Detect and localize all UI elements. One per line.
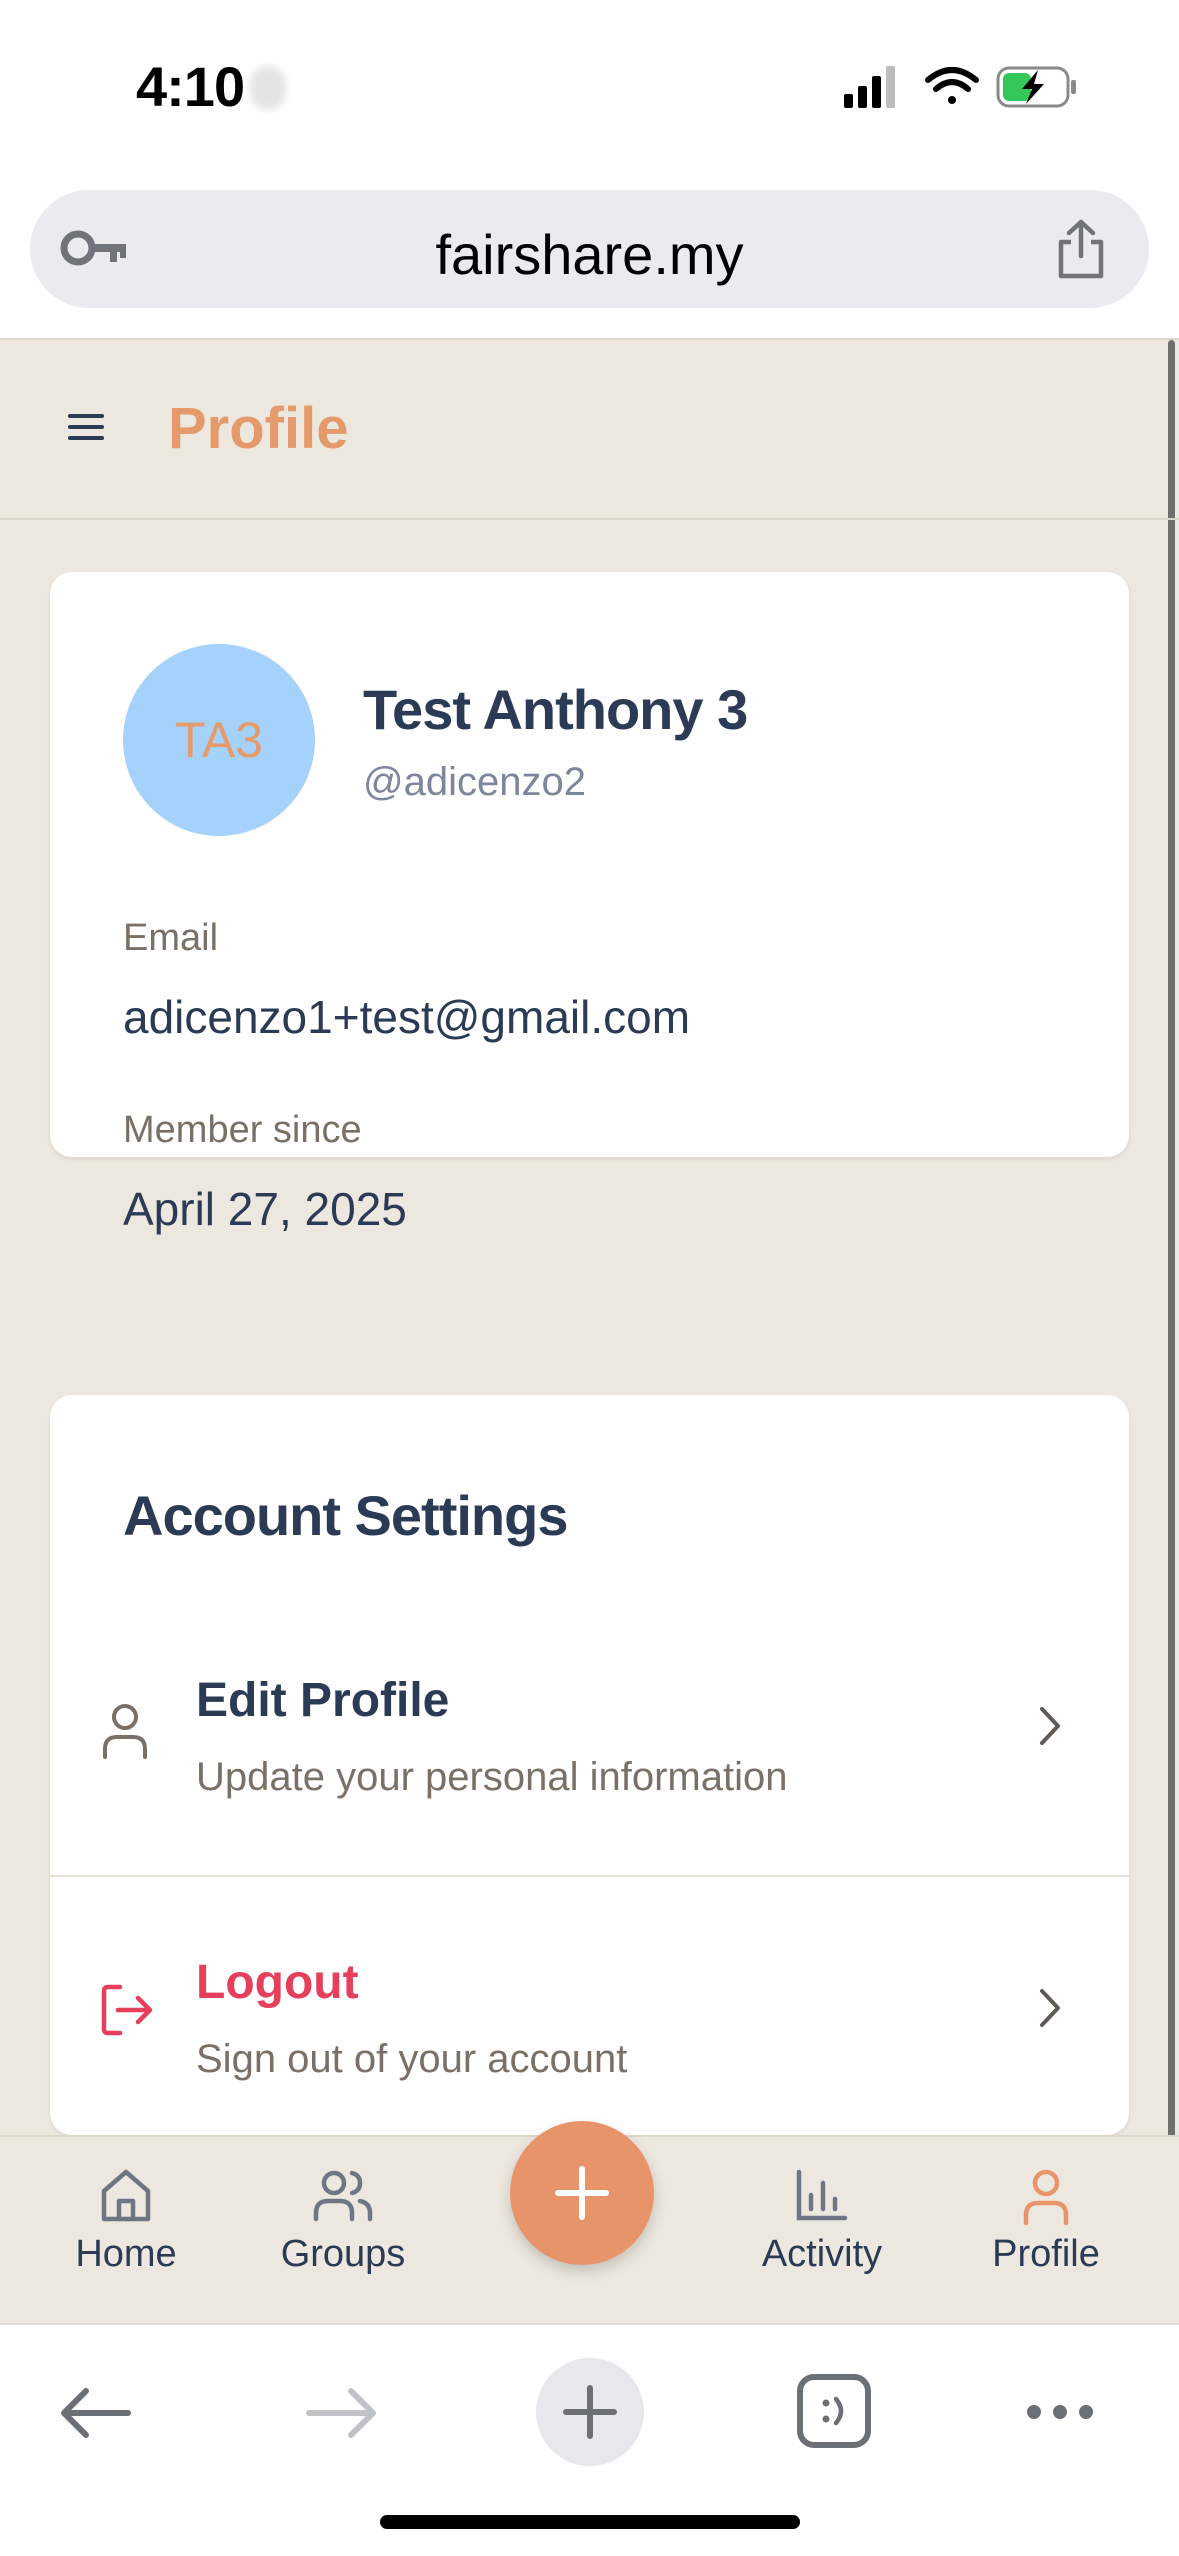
edit-profile-row[interactable]: Edit Profile Update your personal inform… xyxy=(50,1643,1129,1843)
nav-activity-label: Activity xyxy=(761,2233,883,2275)
wifi-icon xyxy=(925,67,979,104)
nav-activity[interactable]: Activity xyxy=(722,2167,922,2276)
app-header: Profile xyxy=(0,340,1179,520)
more-icon[interactable] xyxy=(1024,2401,1096,2423)
bar-chart-icon xyxy=(796,2169,848,2221)
nav-profile-label: Profile xyxy=(992,2233,1100,2275)
battery-icon xyxy=(996,66,1076,108)
forward-arrow-icon[interactable] xyxy=(305,2385,379,2441)
user-icon xyxy=(103,1704,147,1759)
chevron-right-icon xyxy=(1040,1989,1060,2027)
browser-address-area: fairshare.my xyxy=(0,175,1179,340)
member-since-value: April 27, 2025 xyxy=(123,1183,407,1235)
user-name: Test Anthony 3 xyxy=(363,678,748,741)
status-bar: 4:10 xyxy=(0,0,1179,175)
logout-row[interactable]: Logout Sign out of your account xyxy=(50,1925,1129,2125)
settings-title: Account Settings xyxy=(123,1484,568,1547)
edit-profile-title: Edit Profile xyxy=(196,1674,450,1727)
menu-icon[interactable] xyxy=(66,410,106,444)
user-handle: @adicenzo2 xyxy=(363,760,586,804)
address-url[interactable]: fairshare.my xyxy=(30,222,1149,287)
nav-groups[interactable]: Groups xyxy=(243,2167,443,2276)
new-tab-button[interactable] xyxy=(536,2358,644,2466)
avatar: TA3 xyxy=(123,644,315,836)
chevron-right-icon xyxy=(1040,1707,1060,1745)
user-icon xyxy=(1023,2169,1069,2225)
nav-home-label: Home xyxy=(75,2233,177,2275)
home-indicator xyxy=(380,2515,800,2529)
users-icon xyxy=(313,2170,373,2222)
nav-groups-label: Groups xyxy=(280,2233,406,2275)
logout-title: Logout xyxy=(196,1956,359,2009)
status-time: 4:10 xyxy=(136,55,245,118)
home-icon xyxy=(101,2169,151,2222)
edit-profile-subtitle: Update your personal information xyxy=(196,1755,788,1799)
tabs-icon[interactable] xyxy=(796,2373,872,2449)
nav-home[interactable]: Home xyxy=(26,2167,226,2276)
status-icons xyxy=(844,66,1076,108)
add-expense-button[interactable] xyxy=(510,2121,654,2265)
address-bar[interactable]: fairshare.my xyxy=(30,190,1149,308)
page-title: Profile xyxy=(168,396,349,461)
page-content[interactable]: Profile TA3 Test Anthony 3 @adicenzo2 Em… xyxy=(0,340,1179,2135)
account-settings-card: Account Settings Edit Profile Update you… xyxy=(50,1395,1129,2135)
profile-card: TA3 Test Anthony 3 @adicenzo2 Email adic… xyxy=(50,572,1129,1235)
logout-icon xyxy=(101,1984,153,2036)
share-icon[interactable] xyxy=(1053,218,1109,280)
settings-divider xyxy=(50,1875,1129,1877)
email-label: Email xyxy=(123,917,219,959)
logout-subtitle: Sign out of your account xyxy=(196,2037,628,2081)
plus-icon xyxy=(563,2385,617,2439)
cellular-signal-icon xyxy=(844,66,895,108)
back-arrow-icon[interactable] xyxy=(58,2385,132,2441)
member-since-label: Member since xyxy=(123,1109,362,1151)
plus-icon xyxy=(555,2166,609,2220)
scrollbar[interactable] xyxy=(1168,340,1175,2135)
status-indicator-blur xyxy=(250,66,286,110)
email-value: adicenzo1+test@gmail.com xyxy=(123,991,691,1043)
nav-profile[interactable]: Profile xyxy=(946,2167,1146,2276)
